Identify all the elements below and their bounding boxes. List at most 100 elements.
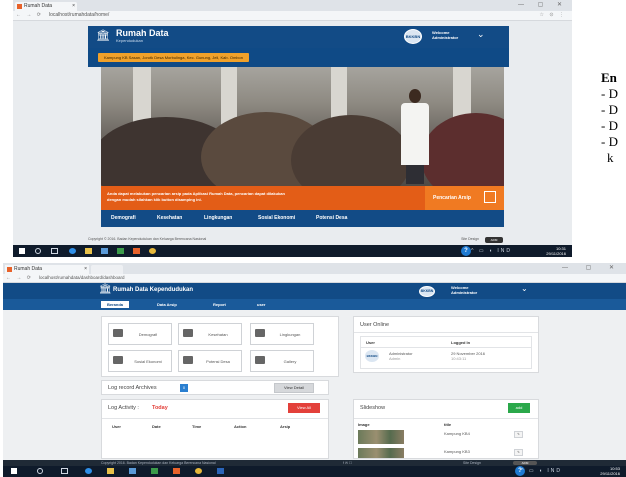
nav-beranda[interactable]: Beranda [101,301,130,308]
log-activity-title: Log Activity : [108,405,139,411]
tray-icons[interactable]: ^ ▭ ◖ IND [471,248,512,254]
close-tab-icon[interactable]: × [72,2,75,11]
app-green-icon[interactable] [117,248,124,254]
file-explorer-icon[interactable] [107,468,114,474]
footer-badge[interactable]: ADM [485,237,503,243]
windows-start-icon[interactable] [19,248,25,254]
address-bar[interactable]: ← → ⟳ localhost/rumahdata/dashboard/dash… [3,274,626,283]
browser-tab-strip: Rumah Data × — ▢ ✕ [3,263,626,274]
lang-indicator[interactable]: IND [547,468,562,474]
gallery-icon [255,356,265,364]
close-tab-icon[interactable]: × [84,265,87,274]
app-orange-icon[interactable] [173,468,180,474]
nav-data-arsip[interactable]: Data Arsip [151,301,183,308]
app-green-icon[interactable] [151,468,158,474]
menu-item-lingkungan[interactable]: Lingkungan [204,215,232,221]
menu-item-sosial-ekonomi[interactable]: Sosial Ekonomi [258,215,295,221]
site-header [3,283,626,299]
slide-edit-button[interactable]: ✎ [514,431,523,438]
new-tab-button[interactable] [91,265,123,274]
tile-lingkungan[interactable]: Lingkungan [250,323,314,345]
browser-tools-icon[interactable]: ☆ ⊙ ⋮ [540,12,566,18]
edge-browser-icon[interactable] [69,248,76,254]
footer: Copyright © 2016. Badan Kependudukan dan… [88,237,509,244]
word-icon[interactable] [217,468,224,474]
tile-demografi[interactable]: Demografi [108,323,172,345]
slideshow-title: Slideshow [360,405,386,411]
app-orange-icon[interactable] [133,248,140,254]
welcome-block: Welcome Administrator [432,30,458,40]
nav-arrows-icon[interactable]: ← → ⟳ [6,275,33,281]
col-action: Action [234,424,247,429]
tray-icons[interactable]: ^ ▭ ◖ IND [521,468,562,474]
tile-kesehatan[interactable]: Kesehatan [178,323,242,345]
file-explorer-icon[interactable] [85,248,92,254]
task-view-icon[interactable] [61,468,68,474]
log-archives-title: Log record Archives [108,385,157,391]
tile-label: Kesehatan [208,331,228,337]
menu-item-kesehatan[interactable]: Kesehatan [157,215,182,221]
log-archives-panel: Log record Archives 0 View Detail [101,380,329,395]
crowd-shape [421,113,504,186]
location-banner: Kampung KB Sasan, Jorotk Desa Morbulinga… [88,48,509,67]
tile-gallery[interactable]: Gallery [250,350,314,372]
tab-title: Rumah Data [14,266,43,272]
url-text[interactable]: localhost/rumahdata/dashboard/dashboard [39,275,125,280]
search-archive-button[interactable]: Pencarian Arsip [425,186,504,210]
building-logo-icon: 🏛 [96,30,110,42]
menu-item-demografi[interactable]: Demografi [111,215,136,221]
slide-edit-button[interactable]: ✎ [514,449,523,456]
search-icon[interactable] [37,468,43,474]
windows-start-icon[interactable] [11,468,17,474]
brand-title[interactable]: Rumah Data Kependudukan [113,287,193,293]
tile-label: Demografi [138,331,158,337]
tab-title: Rumah Data [24,3,53,9]
help-icon[interactable]: ? [461,246,471,256]
brand-title[interactable]: Rumah Data [116,28,169,38]
log-activity-panel: Log Activity : Today View All User Date … [101,399,329,459]
window-controls[interactable]: — ▢ ✕ [518,1,568,8]
online-user-role: Admin [389,356,401,361]
slideshow-panel: Slideshow add Image title Kampung KB4 ✎ … [353,399,539,459]
taskbar: ? ^ ▭ ◖ IND 10:31 29/11/2016 [13,245,572,257]
col-logged-in: Logged In [451,340,471,345]
nav-report[interactable]: Report [207,301,232,308]
add-slide-button[interactable]: add [508,403,530,413]
nav-user[interactable]: user [251,301,271,308]
chrome-icon[interactable] [149,248,156,254]
chevron-down-icon[interactable]: ⌄ [477,29,485,40]
footer-badge[interactable]: ADM [513,461,537,465]
browser-tab[interactable]: Rumah Data × [15,2,77,11]
nav-arrows-icon[interactable]: ← → ⟳ [16,12,43,18]
category-tiles-panel: Demografi Kesehatan Lingkungan Sosial Ek… [101,316,339,377]
tile-label: Gallery [283,358,297,364]
side-title: En [601,70,617,85]
side-item: k [607,150,614,165]
menu-item-potensi-desa[interactable]: Potensi Desa [316,215,347,221]
footer-text: Copyright © 2016. Badan Kependudukan dan… [88,237,207,241]
tile-potensi-desa[interactable]: Potensi Desa [178,350,242,372]
url-text[interactable]: localhost/rumahdata/home/ [49,12,109,18]
chevron-down-icon[interactable]: ⌄ [521,284,528,293]
address-bar[interactable]: ← → ⟳ localhost/rumahdata/home/ ☆ ⊙ ⋮ [13,11,572,21]
building-logo-icon: 🏛 [99,284,112,295]
window-controls[interactable]: — ▢ ✕ [562,264,622,271]
clock[interactable]: 10:31 29/11/2016 [546,246,566,256]
category-menu: Demografi Kesehatan Lingkungan Sosial Ek… [101,210,504,227]
clock[interactable]: 10:53 29/11/2016 [600,466,620,476]
browser-tab[interactable]: Rumah Data × [5,265,89,274]
lang-indicator[interactable]: IND [497,248,512,254]
edge-browser-icon[interactable] [85,468,92,474]
view-detail-button[interactable]: View Detail [274,383,314,393]
task-view-icon[interactable] [51,248,58,254]
welcome-block: Welcome Administrator [451,285,477,295]
view-all-button[interactable]: View All [288,403,320,413]
store-icon[interactable] [101,248,108,254]
tile-sosial-ekonomi[interactable]: Sosial Ekonomi [108,350,172,372]
chrome-icon[interactable] [195,468,202,474]
search-icon[interactable] [35,248,41,254]
clock-date: 29/11/2016 [546,251,566,256]
demografi-icon [113,329,123,337]
store-icon[interactable] [129,468,136,474]
slide-thumbnail [358,448,404,458]
